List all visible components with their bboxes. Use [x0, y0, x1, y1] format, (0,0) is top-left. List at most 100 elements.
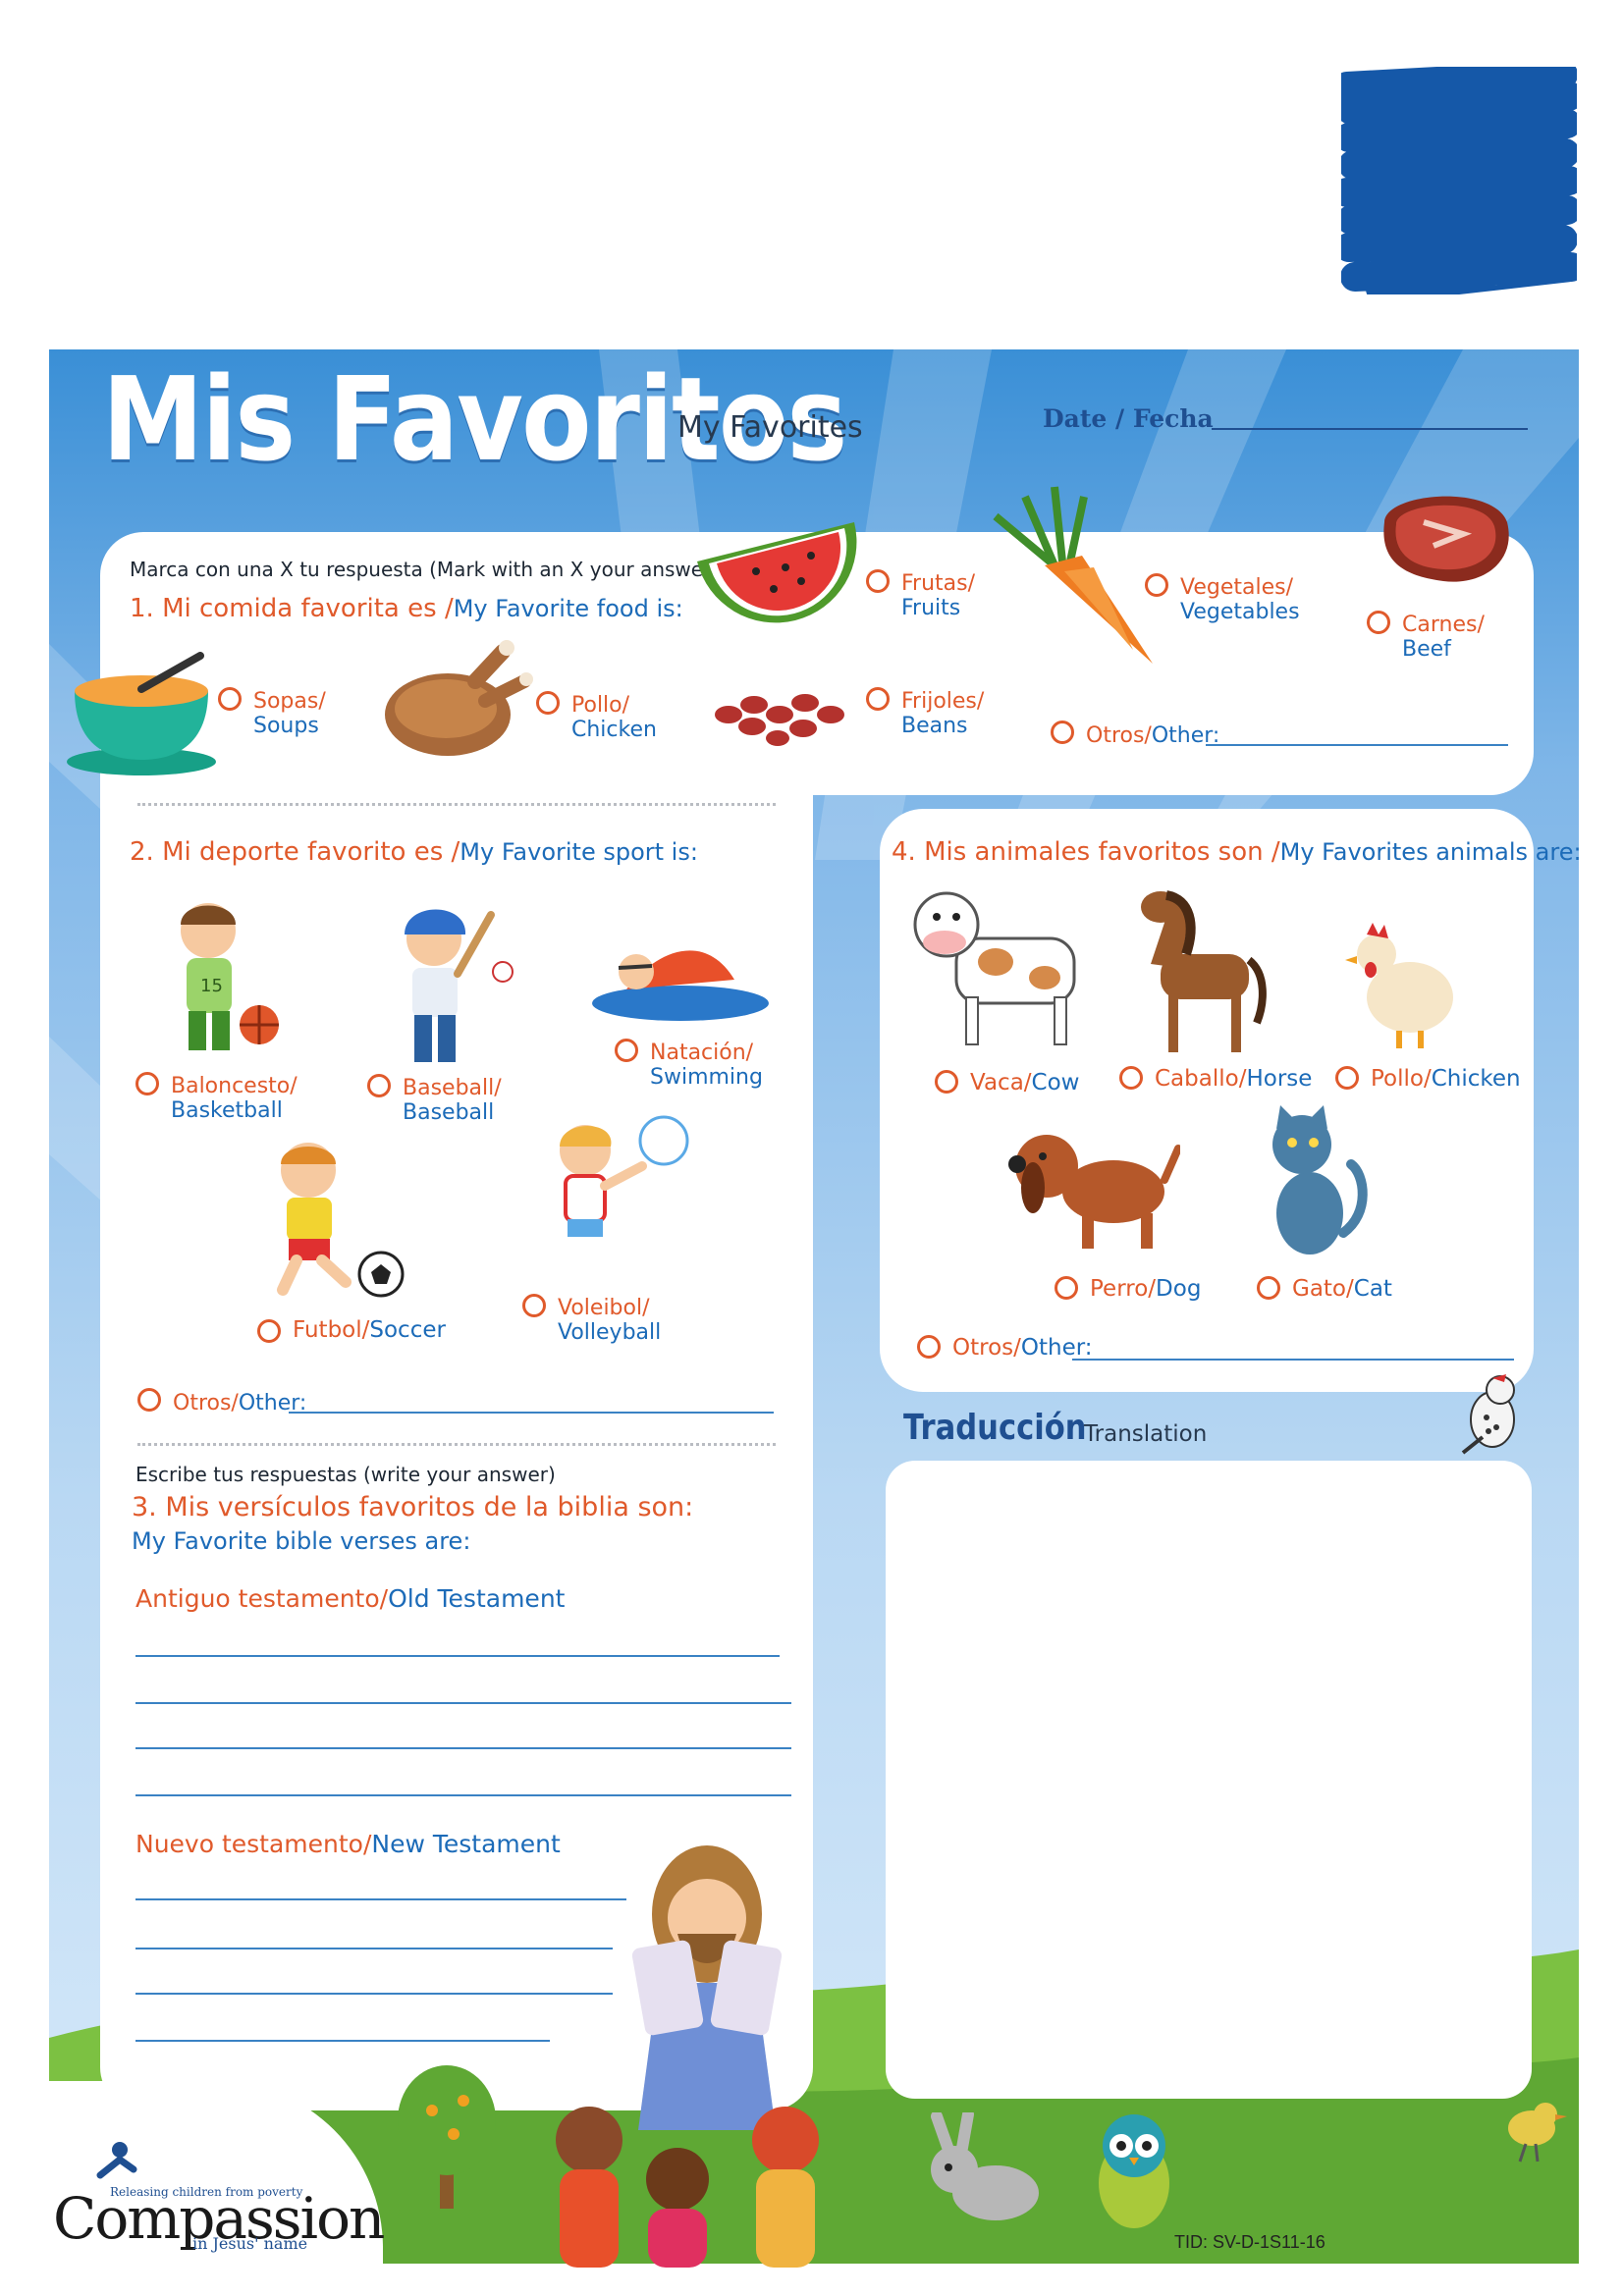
dog-radio[interactable] — [1055, 1276, 1078, 1300]
chicken-food-radio[interactable] — [536, 691, 560, 715]
fruits-radio[interactable] — [866, 569, 890, 593]
old-testament-line-4[interactable] — [135, 1794, 791, 1796]
basketball-label-en: Basketball — [171, 1098, 283, 1123]
sport-question-en: My Favorite sport is: — [460, 838, 698, 866]
verses-question-en: My Favorite bible verses are: — [132, 1527, 471, 1555]
new-testament-line-4[interactable] — [135, 2040, 550, 2042]
vegetables-radio[interactable] — [1145, 573, 1168, 597]
old-testament-line-1[interactable] — [135, 1655, 780, 1657]
food-other-field[interactable] — [1206, 744, 1508, 746]
cow-radio[interactable] — [935, 1070, 958, 1094]
soccer-player-icon — [277, 1143, 405, 1298]
food-question-es: 1. Mi comida favorita es / — [130, 594, 454, 623]
food-other-label: Otros/Other: — [1086, 722, 1219, 748]
basketball-label: Baloncesto/ Basketball — [171, 1074, 298, 1123]
old-testament-line-2[interactable] — [135, 1702, 791, 1704]
cat-label-en: Cat — [1353, 1276, 1392, 1302]
horse-radio[interactable] — [1119, 1066, 1143, 1090]
animals-other-en: Other: — [1020, 1335, 1093, 1361]
translation-area[interactable] — [886, 1461, 1532, 2099]
jesus-with-children-illustration — [556, 1845, 819, 2268]
food-instruction: Marca con una X tu respuesta (Mark with … — [130, 558, 720, 581]
baseball-label: Baseball/ Baseball — [403, 1076, 502, 1125]
horse-label-en: Horse — [1246, 1066, 1313, 1092]
document-tid: TID: SV-D-1S11-16 — [1174, 2232, 1325, 2252]
dog-label-en: Dog — [1156, 1276, 1202, 1302]
animals-other-field[interactable] — [1072, 1359, 1514, 1361]
swimming-label: Natación/ Swimming — [650, 1041, 763, 1090]
soccer-label-es: Futbol/ — [293, 1317, 370, 1343]
translation-subtitle: Translation — [1084, 1421, 1208, 1447]
sport-other-radio[interactable] — [137, 1388, 161, 1412]
horse-label: Caballo/Horse — [1155, 1066, 1312, 1092]
basketball-player-icon: 15 — [181, 903, 279, 1050]
old-testament-es: Antiguo testamento/ — [135, 1584, 389, 1613]
fruits-label-en: Fruits — [901, 596, 961, 620]
sport-other-field[interactable] — [289, 1412, 774, 1414]
volleyball-radio[interactable] — [522, 1294, 546, 1317]
animals-other-label: Otros/Other: — [952, 1335, 1093, 1361]
vegetables-label-en: Vegetables — [1180, 600, 1300, 624]
watermelon-icon — [697, 522, 857, 623]
roast-chicken-icon — [385, 640, 533, 756]
baseball-player-icon — [405, 909, 514, 1062]
animals-question-en: My Favorites animals are: — [1279, 838, 1582, 866]
dog-label: Perro/Dog — [1090, 1276, 1201, 1302]
old-testament-label: Antiguo testamento/Old Testament — [135, 1584, 565, 1614]
beef-radio[interactable] — [1367, 611, 1390, 634]
chicken-food-label: Pollo/ Chicken — [571, 693, 657, 742]
old-testament-en: Old Testament — [388, 1584, 566, 1613]
vegetables-label-es: Vegetales/ — [1180, 575, 1294, 600]
beans-icon — [715, 694, 844, 746]
beans-label-en: Beans — [901, 714, 968, 738]
old-testament-line-3[interactable] — [135, 1747, 791, 1749]
cow-icon — [913, 891, 1076, 1045]
swimming-radio[interactable] — [615, 1039, 638, 1062]
dog-label-es: Perro/ — [1090, 1276, 1157, 1302]
steak-icon — [1383, 496, 1509, 582]
cow-label: Vaca/Cow — [970, 1070, 1079, 1095]
baseball-label-en: Baseball — [403, 1100, 495, 1125]
food-other-es: Otros/ — [1086, 723, 1152, 748]
volleyball-player-icon — [560, 1115, 689, 1237]
chicken-food-label-es: Pollo/ — [571, 693, 630, 718]
food-other-radio[interactable] — [1051, 721, 1074, 744]
soups-radio[interactable] — [218, 687, 242, 711]
basketball-radio[interactable] — [135, 1072, 159, 1095]
beans-radio[interactable] — [866, 687, 890, 711]
new-testament-en: New Testament — [371, 1830, 561, 1858]
svg-text:15: 15 — [200, 976, 223, 996]
new-testament-line-3[interactable] — [135, 1993, 613, 1995]
animals-question: 4. Mis animales favoritos son /My Favori… — [892, 836, 1582, 867]
basketball-label-es: Baloncesto/ — [171, 1074, 298, 1098]
new-testament-label: Nuevo testamento/New Testament — [135, 1830, 561, 1859]
animals-question-es: 4. Mis animales favoritos son / — [892, 837, 1280, 867]
hen-label: Pollo/Chicken — [1371, 1066, 1521, 1092]
volleyball-label-en: Volleyball — [558, 1320, 662, 1345]
verses-question-es: 3. Mis versículos favoritos de la biblia… — [132, 1492, 694, 1522]
beef-label-es: Carnes/ — [1402, 613, 1485, 637]
beef-label: Carnes/ Beef — [1402, 613, 1485, 662]
sport-question: 2. Mi deporte favorito es /My Favorite s… — [130, 836, 698, 867]
date-field[interactable] — [1212, 428, 1528, 430]
cow-label-en: Cow — [1031, 1070, 1080, 1095]
tree-icon — [398, 2065, 496, 2209]
volleyball-label: Voleibol/ Volleyball — [558, 1296, 661, 1345]
food-question-en: My Favorite food is: — [453, 595, 683, 622]
baseball-radio[interactable] — [367, 1074, 391, 1097]
hen-radio[interactable] — [1335, 1066, 1359, 1090]
animals-other-radio[interactable] — [917, 1335, 941, 1359]
new-testament-line-2[interactable] — [135, 1948, 613, 1949]
food-question: 1. Mi comida favorita es /My Favorite fo… — [130, 593, 683, 623]
redaction-scribble — [1341, 67, 1577, 294]
page-subtitle: My Favorites — [677, 410, 863, 445]
soccer-radio[interactable] — [257, 1319, 281, 1343]
soups-label: Sopas/ Soups — [253, 689, 326, 738]
cat-radio[interactable] — [1257, 1276, 1280, 1300]
baseball-label-es: Baseball/ — [403, 1076, 502, 1100]
volleyball-label-es: Voleibol/ — [558, 1296, 650, 1320]
cow-label-es: Vaca/ — [970, 1070, 1032, 1095]
fruits-label-es: Frutas/ — [901, 571, 976, 596]
beans-label-es: Frijoles/ — [901, 689, 985, 714]
verses-instruction: Escribe tus respuestas (write your answe… — [135, 1463, 556, 1486]
